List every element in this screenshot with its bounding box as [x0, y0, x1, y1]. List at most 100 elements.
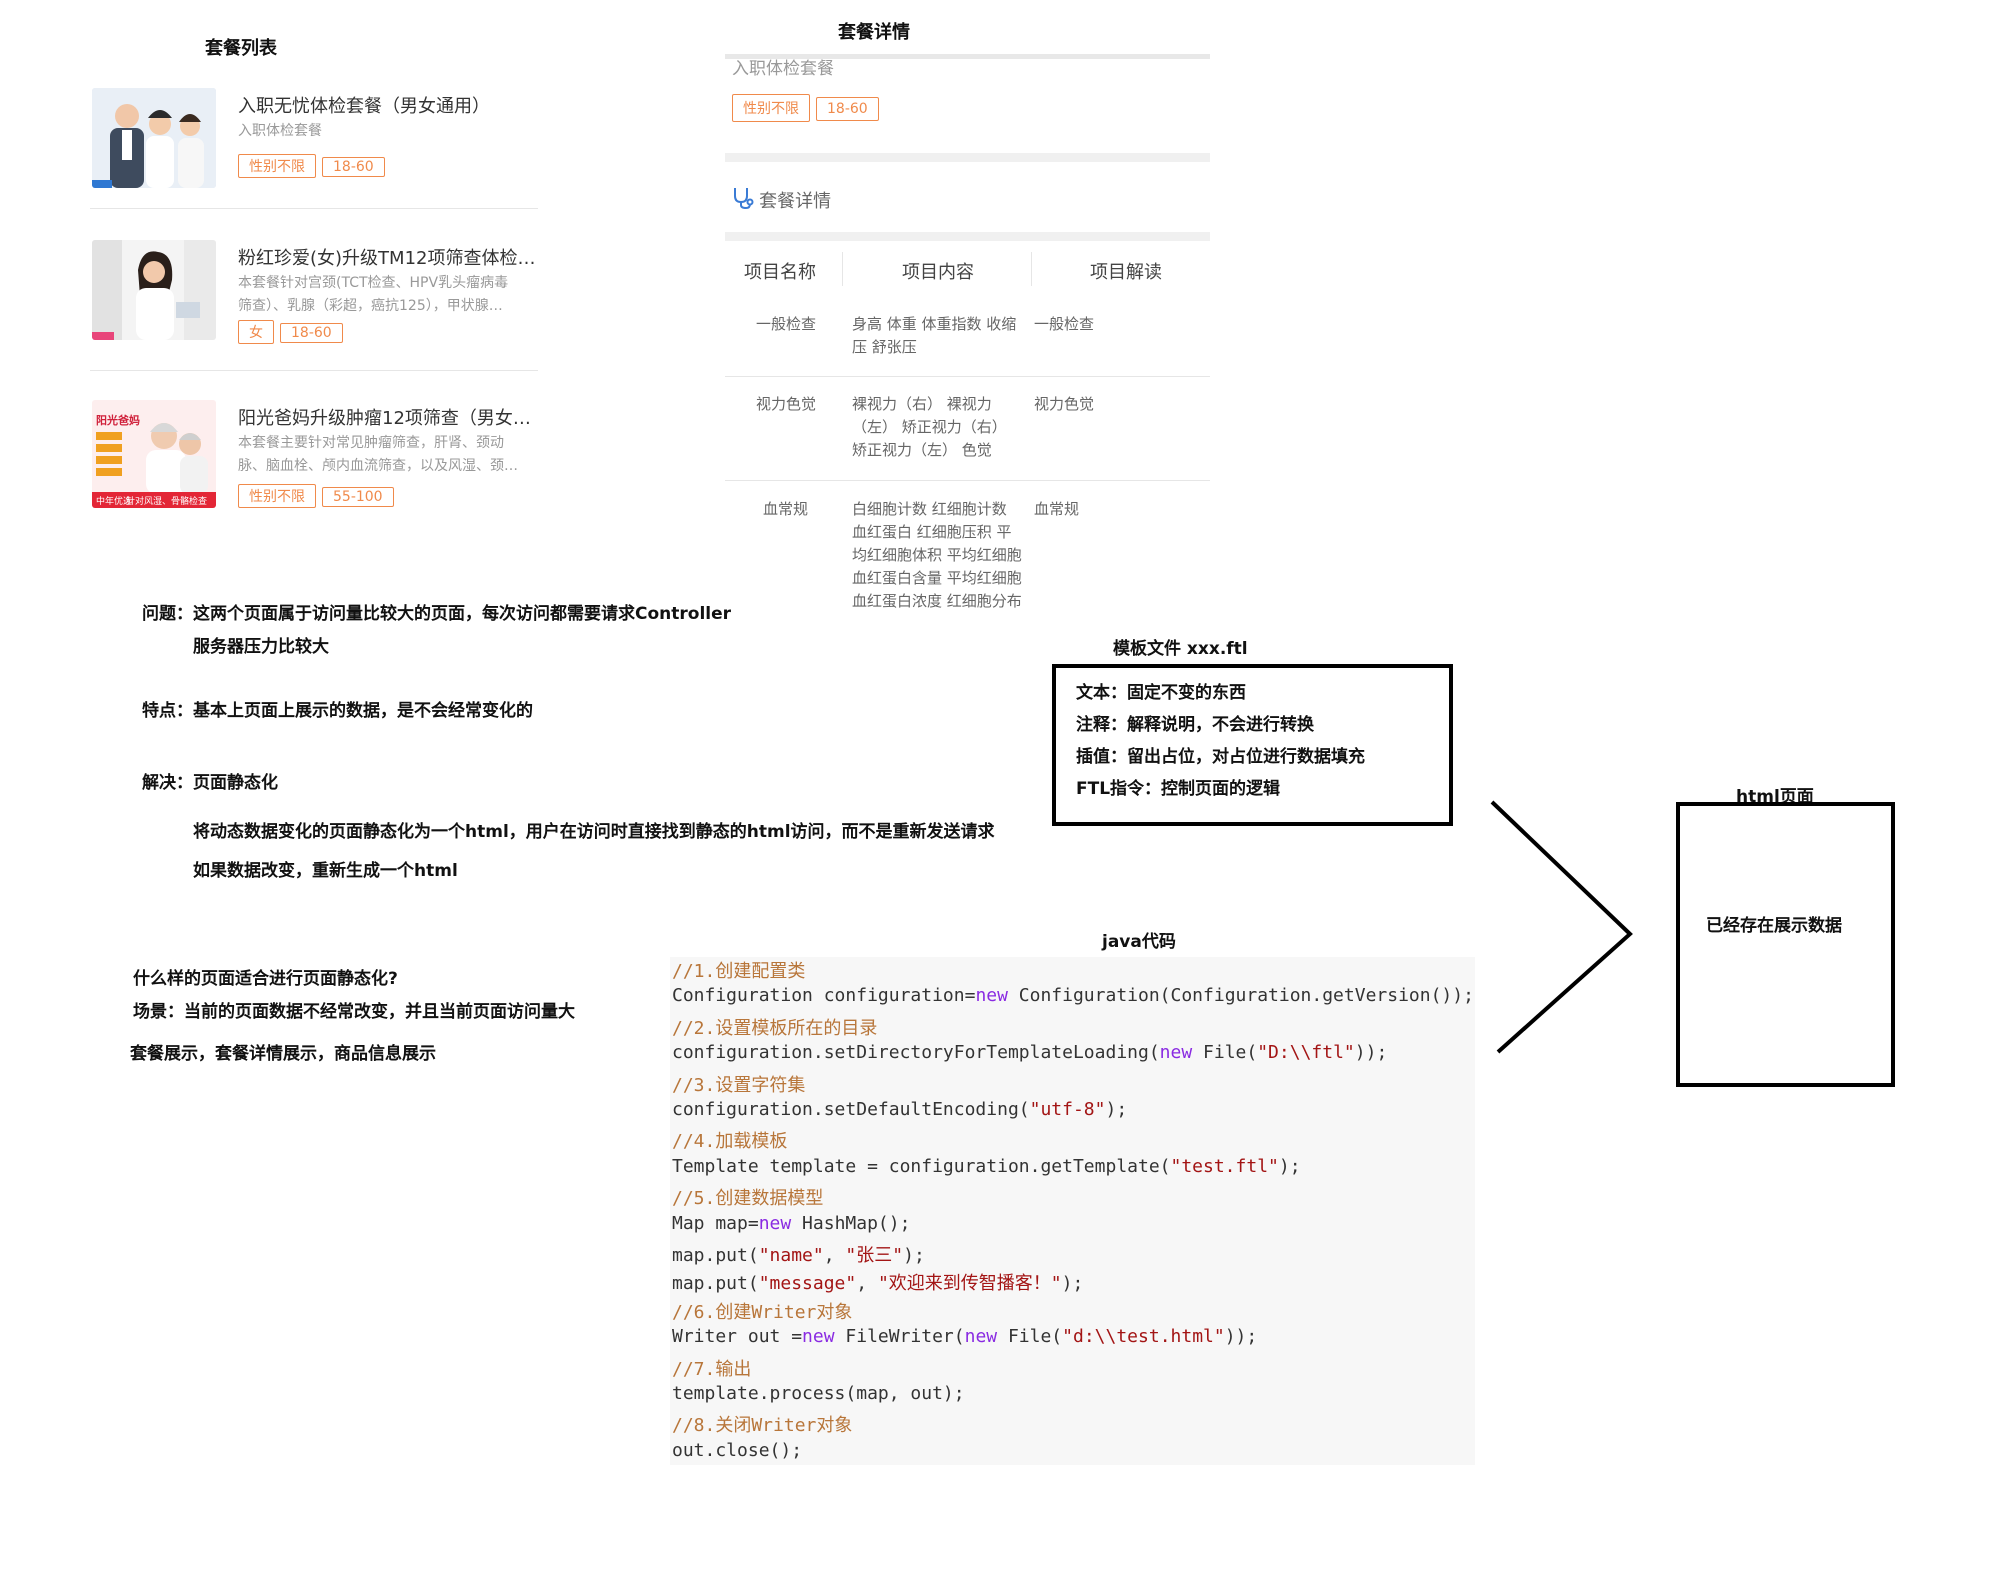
- tag-gender: 性别不限: [732, 94, 810, 122]
- package-card-1[interactable]: 入职无忧体检套餐（男女通用） 入职体检套餐 性别不限 18-60: [90, 88, 538, 248]
- template-box: 文本：固定不变的东西 注释：解释说明，不会进行转换 插值：留出占位，对占位进行数…: [1052, 664, 1453, 826]
- code-line: //4.加载模板: [672, 1131, 788, 1153]
- feature-text: 特点：基本上页面上展示的数据，是不会经常变化的: [142, 701, 533, 721]
- tag-gender: 性别不限: [238, 484, 316, 508]
- code-line: out.close();: [672, 1439, 803, 1461]
- html-box-text: 已经存在展示数据: [1706, 916, 1842, 936]
- question-text: 什么样的页面适合进行页面静态化?: [133, 969, 398, 989]
- package-name: 入职无忧体检套餐（男女通用）: [238, 96, 490, 117]
- section-title: 套餐详情: [759, 191, 832, 212]
- item-content-line: 压 舒张压: [852, 338, 917, 356]
- detail-title: 套餐详情: [838, 22, 910, 43]
- code-line: Configuration configuration=new Configur…: [672, 985, 1474, 1007]
- template-line: 文本：固定不变的东西: [1076, 683, 1246, 703]
- package-image-1: [92, 88, 216, 188]
- item-content-line: 血红蛋白浓度 红细胞分布: [852, 592, 1022, 610]
- code-line: //8.关闭Writer对象: [672, 1415, 853, 1437]
- merge-arrow-icon: [1490, 800, 1633, 1054]
- package-desc-line: 本套餐针对宫颈(TCT检查、HPV乳头瘤病毒: [238, 275, 509, 291]
- item-explain: 血常规: [1034, 500, 1080, 518]
- item-content-line: 矫正视力（左） 色觉: [852, 441, 992, 459]
- item-content-line: 血红蛋白含量 平均红细胞: [852, 569, 1022, 587]
- item-content: 裸视力（右） 裸视力 （左） 矫正视力（右） 矫正视力（左） 色觉: [852, 393, 1007, 462]
- item-content-line: ……: [852, 613, 1022, 620]
- column-header: 项目名称: [744, 262, 816, 283]
- section-separator: [725, 232, 1210, 241]
- code-line: configuration.setDefaultEncoding("utf-8"…: [672, 1099, 1128, 1120]
- code-line: //1.创建配置类: [672, 961, 806, 982]
- item-content-line: 白细胞计数 红细胞计数: [852, 500, 1007, 518]
- item-name: 血常规: [763, 500, 809, 518]
- java-title: java代码: [1102, 932, 1176, 952]
- column-header: 项目内容: [902, 262, 974, 283]
- problem-text: 问题：这两个页面属于访问量比较大的页面，每次访问都需要请求Controller: [142, 604, 732, 624]
- code-line: configuration.setDirectoryForTemplateLoa…: [672, 1042, 1388, 1064]
- column-divider: [1031, 252, 1032, 286]
- code-line: //7.输出: [672, 1358, 752, 1380]
- tag-gender: 女: [238, 320, 274, 344]
- code-line: Template template = configuration.getTem…: [672, 1155, 1301, 1177]
- tag-age: 18-60: [280, 323, 343, 343]
- code-line: //5.创建数据模型: [672, 1188, 824, 1210]
- item-content-line: 身高 体重 体重指数 收缩: [852, 315, 1017, 333]
- item-explain: 视力色觉: [1034, 395, 1095, 413]
- column-divider: [842, 252, 843, 286]
- table-row-clipped: 血常规 白细胞计数 红细胞计数 血红蛋白 红细胞压积 平 均红细胞体积 平均红细…: [725, 490, 1210, 620]
- code-line: Map map=new HashMap();: [672, 1212, 911, 1234]
- template-line: 插值：留出占位，对占位进行数据填充: [1076, 747, 1365, 767]
- template-title: 模板文件 xxx.ftl: [1113, 639, 1248, 659]
- divider: [90, 208, 538, 209]
- list-title: 套餐列表: [205, 38, 277, 59]
- item-content-line: 裸视力（右） 裸视力: [852, 395, 992, 413]
- package-card-3[interactable]: 阳光爸妈 中年优选 针对风湿、骨骼检查 阳光爸妈升级肿瘤12项筛查（男女单… 本…: [90, 400, 538, 560]
- package-tags: 性别不限 55-100: [238, 484, 400, 508]
- code-line: //2.设置模板所在的目录: [672, 1017, 878, 1039]
- package-desc: 本套餐主要针对常见肿瘤筛查，肝肾、颈动 脉、脑血栓、颅内血流筛查，以及风湿、颈…: [238, 432, 538, 478]
- tag-gender: 性别不限: [238, 154, 316, 178]
- section-separator: [725, 153, 1210, 162]
- package-desc-line: 本套餐主要针对常见肿瘤筛查，肝肾、颈动: [238, 435, 504, 451]
- package-desc: 本套餐针对宫颈(TCT检查、HPV乳头瘤病毒 筛查）、乳腺（彩超，癌抗125），…: [238, 272, 538, 318]
- divider: [90, 370, 538, 371]
- column-header: 项目解读: [1090, 262, 1162, 283]
- item-content-line: 均红细胞体积 平均红细胞: [852, 546, 1022, 564]
- package-image-3: 阳光爸妈 中年优选 针对风湿、骨骼检查: [92, 400, 216, 508]
- code-line: //6.创建Writer对象: [672, 1301, 853, 1323]
- html-box: 已经存在展示数据: [1676, 802, 1895, 1087]
- item-content-line: 血红蛋白 红细胞压积 平: [852, 523, 1012, 541]
- detail-tags: 性别不限 18-60: [732, 94, 885, 122]
- package-tags: 女 18-60: [238, 320, 349, 344]
- code-line: template.process(map, out);: [672, 1383, 965, 1404]
- row-divider: [725, 376, 1210, 377]
- code-line: Writer out =new FileWriter(new File("d:\…: [672, 1326, 1258, 1348]
- code-line: map.put("name", "张三");: [672, 1245, 925, 1266]
- problem-text-2: 服务器压力比较大: [193, 637, 329, 657]
- section-header: 套餐详情: [732, 186, 831, 214]
- item-name: 视力色觉: [756, 395, 817, 413]
- code-line: map.put("message", "欢迎来到传智播客！");: [672, 1273, 1084, 1295]
- detail-subtitle: 入职体检套餐: [732, 59, 834, 79]
- item-name: 一般检查: [756, 315, 817, 333]
- examples-text: 套餐展示，套餐详情展示，商品信息展示: [130, 1044, 436, 1064]
- package-tags: 性别不限 18-60: [238, 154, 391, 178]
- row-divider: [725, 480, 1210, 481]
- item-content: 身高 体重 体重指数 收缩 压 舒张压: [852, 313, 1016, 359]
- item-content: 白细胞计数 红细胞计数 血红蛋白 红细胞压积 平 均红细胞体积 平均红细胞 血红…: [852, 498, 1022, 620]
- package-card-2[interactable]: 粉红珍爱(女)升级TM12项筛查体检套餐 本套餐针对宫颈(TCT检查、HPV乳头…: [90, 240, 538, 400]
- stethoscope-icon: [732, 186, 754, 214]
- item-explain: 一般检查: [1034, 315, 1095, 333]
- scene-text: 场景：当前的页面数据不经常改变，并且当前页面访问量大: [133, 1002, 575, 1022]
- image-brand-text: 阳光爸妈: [96, 413, 140, 427]
- template-line: FTL指令：控制页面的逻辑: [1076, 779, 1281, 799]
- tag-age: 18-60: [322, 157, 385, 177]
- tag-age: 18-60: [816, 97, 879, 121]
- package-image-2: [92, 240, 216, 340]
- tag-age: 55-100: [322, 487, 394, 507]
- package-name: 粉红珍爱(女)升级TM12项筛查体检套餐: [238, 248, 538, 269]
- item-content-line: （左） 矫正视力（右）: [852, 418, 1007, 436]
- package-name: 阳光爸妈升级肿瘤12项筛查（男女单…: [238, 408, 538, 429]
- solution-detail: 将动态数据变化的页面静态化为一个html，用户在访问时直接找到静态的html访问…: [193, 822, 995, 842]
- image-bottom-text-2: 针对风湿、骨骼检查: [126, 495, 207, 507]
- code-line: //3.设置字符集: [672, 1074, 806, 1096]
- template-line: 注释：解释说明，不会进行转换: [1076, 715, 1314, 735]
